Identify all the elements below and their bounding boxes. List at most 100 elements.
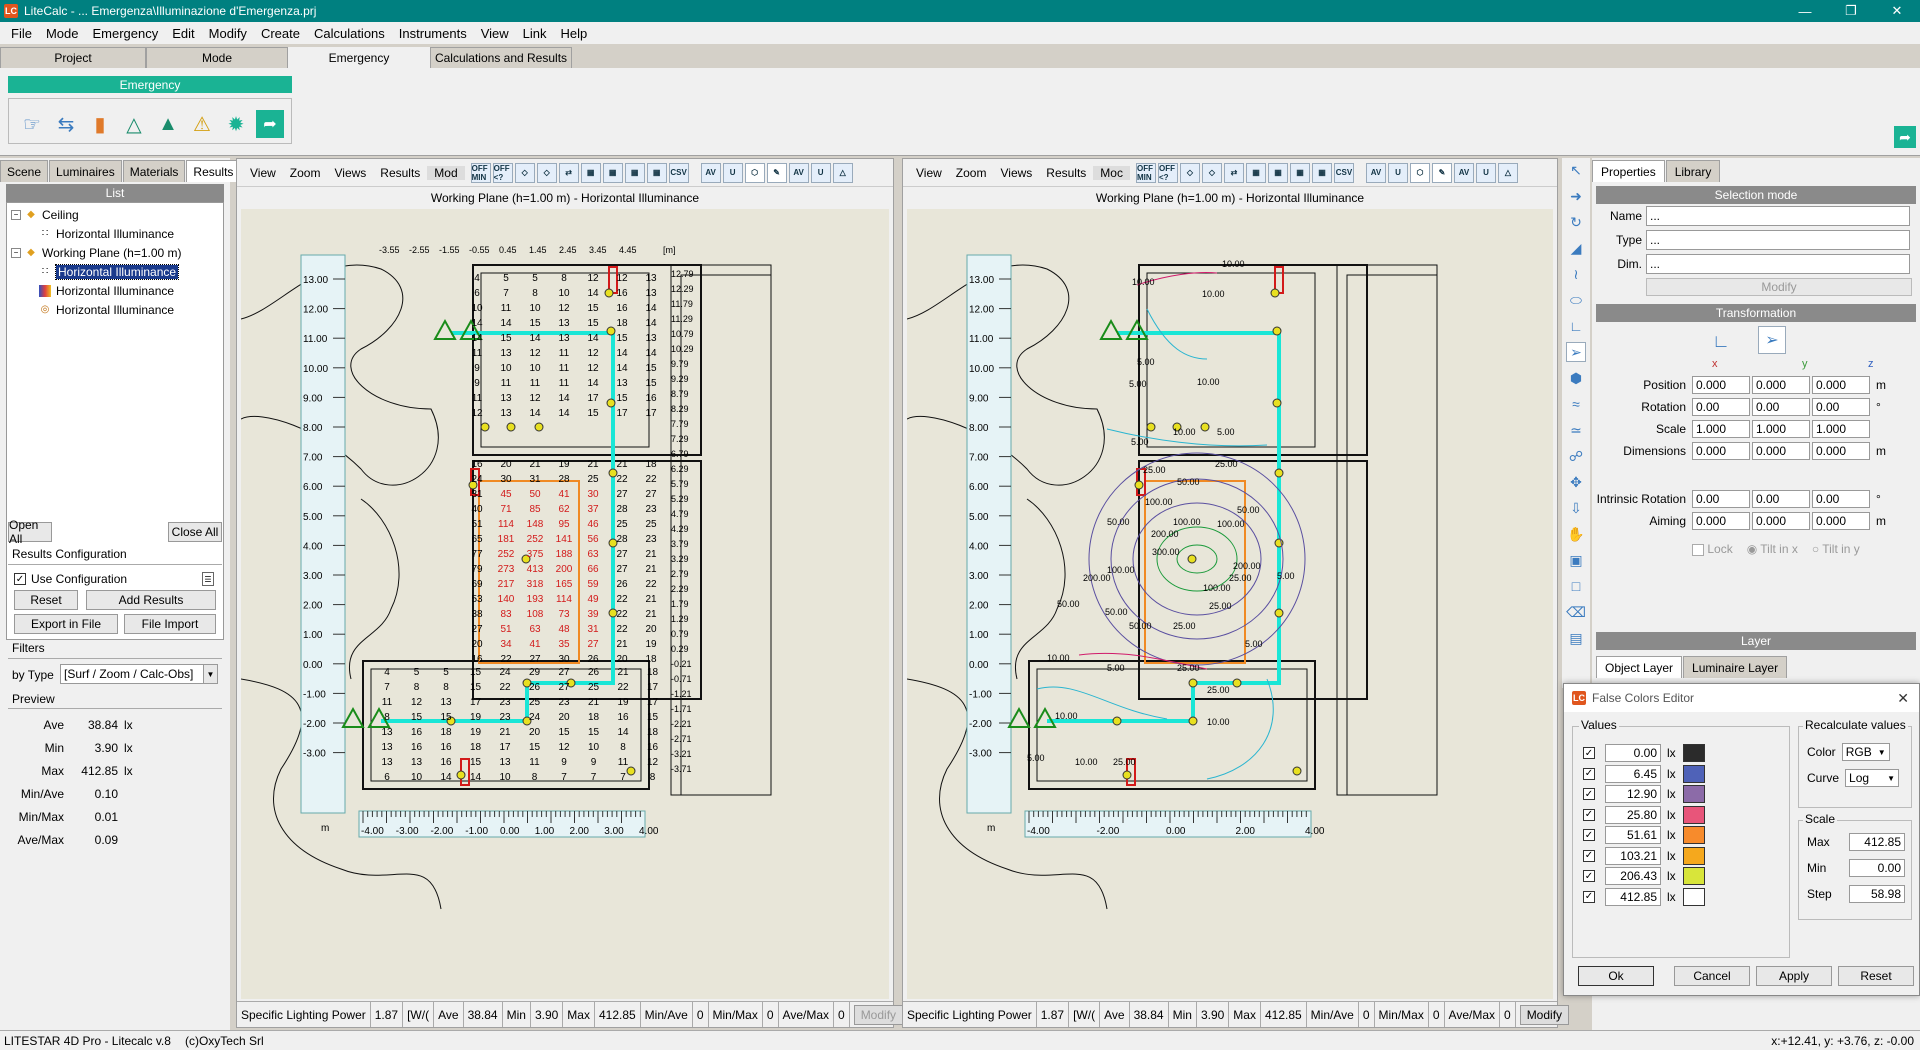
off-min-icon[interactable]: OFF MIN	[1135, 162, 1156, 183]
tab-mode[interactable]: Mode	[146, 47, 288, 68]
value-checkbox[interactable]: ✓	[1583, 870, 1595, 882]
plan-drawing-right[interactable]: 13.00 12.00 11.00 10.00 9.00 8.00 7.00 6.00 5.00…	[907, 209, 1553, 999]
results-menu[interactable]: Results	[373, 166, 427, 180]
transform-field[interactable]: 0.00	[1812, 398, 1870, 416]
axes-icon[interactable]: ∟	[1708, 328, 1734, 354]
tab-emergency[interactable]: Emergency	[288, 47, 430, 68]
menu-create[interactable]: Create	[254, 26, 307, 41]
tilt-x-option[interactable]: ◉ Tilt in x	[1747, 542, 1798, 556]
u-icon[interactable]: U	[1475, 162, 1496, 183]
diamond-icon[interactable]: ◇	[1179, 162, 1200, 183]
plan-drawing-left[interactable]: 13.00 12.00 11.00 10.00 9.00 8.00 7.00 6.00 5.00…	[241, 209, 889, 999]
tab-scene[interactable]: Scene	[0, 160, 49, 182]
cube-icon[interactable]: ⬡	[1409, 162, 1430, 183]
value-field[interactable]: 51.61	[1605, 826, 1661, 844]
off-query-icon[interactable]: OFF <?	[492, 162, 513, 183]
tab-luminaires[interactable]: Luminaires	[49, 160, 122, 182]
csv-icon[interactable]: CSV	[668, 162, 689, 183]
book-icon[interactable]: ▤	[1566, 628, 1586, 648]
cancel-button[interactable]: Cancel	[1674, 966, 1750, 986]
file-import-button[interactable]: File Import	[124, 614, 216, 634]
value-checkbox[interactable]: ✓	[1583, 890, 1595, 903]
viewport-left[interactable]: View Zoom Views Results Mod OFF MIN OFF …	[236, 158, 904, 1028]
exit-sign-icon[interactable]: ➦	[256, 110, 284, 138]
add-results-button[interactable]: Add Results	[86, 590, 216, 610]
hand-pointer-icon[interactable]: ☞	[18, 110, 46, 138]
transform-field[interactable]: 1.000	[1812, 420, 1870, 438]
mode-menu[interactable]: Mod	[427, 165, 465, 180]
open-all-button[interactable]: Open All	[8, 518, 52, 546]
csv-icon[interactable]: CSV	[1333, 162, 1354, 183]
export-file-button[interactable]: Export in File	[14, 614, 118, 634]
color-swatch[interactable]	[1683, 867, 1705, 885]
rotate-icon[interactable]: ↻	[1566, 212, 1586, 232]
wave-icon[interactable]: ≈	[1566, 394, 1586, 414]
grid-icon[interactable]: ▦	[646, 162, 667, 183]
warning-icon[interactable]: ⚠	[188, 110, 216, 138]
modify-button[interactable]: Modify	[853, 1004, 904, 1025]
swap-icon[interactable]: ⇄	[1223, 162, 1244, 183]
axes-icon[interactable]: ∟	[1566, 316, 1586, 336]
value-field[interactable]: 25.80	[1605, 805, 1661, 824]
grid-icon[interactable]: ▦	[624, 162, 645, 183]
wave-icon[interactable]: ≃	[1566, 420, 1586, 440]
swap-icon[interactable]: ⇄	[558, 162, 579, 183]
color-swatch[interactable]	[1683, 826, 1705, 844]
chevron-down-icon[interactable]: ▼	[203, 665, 217, 683]
pen-icon[interactable]: ✎	[1431, 162, 1452, 183]
transform-field[interactable]: 0.000	[1692, 512, 1750, 530]
color-swatch[interactable]	[1683, 785, 1705, 803]
tree-node-illuminance-values[interactable]: ∷ Horizontal Illuminance	[11, 262, 219, 281]
grid-icon[interactable]: ▦	[1289, 162, 1310, 183]
transform-field[interactable]: 0.000	[1752, 376, 1810, 394]
viewport-right[interactable]: View Zoom Views Results Moc OFF MIN OFF …	[902, 158, 1570, 1028]
modify-button[interactable]: Modify	[1646, 278, 1912, 296]
cube-icon[interactable]: ⬢	[1566, 368, 1586, 388]
collapse-icon[interactable]: −	[11, 247, 21, 258]
move-icon[interactable]: ✥	[1566, 472, 1586, 492]
frame-icon[interactable]: ▣	[1566, 550, 1586, 570]
close-icon[interactable]: ✕	[1874, 0, 1920, 22]
view-menu[interactable]: View	[243, 166, 283, 180]
lock-checkbox[interactable]	[1692, 543, 1704, 556]
tab-calculations-results[interactable]: Calculations and Results	[430, 47, 572, 68]
results-menu[interactable]: Results	[1039, 166, 1093, 180]
transform-field[interactable]: 1.000	[1692, 420, 1750, 438]
value-field[interactable]: 6.45	[1605, 764, 1661, 783]
apply-button[interactable]: Apply	[1756, 966, 1832, 986]
transform-field[interactable]: 0.000	[1812, 376, 1870, 394]
transform-field[interactable]: 0.000	[1812, 512, 1870, 530]
menu-view[interactable]: View	[474, 26, 516, 41]
plan-canvas-left[interactable]: 13.00 12.00 11.00 10.00 9.00 8.00 7.00 6.00 5.00…	[241, 209, 889, 999]
u-icon[interactable]: U	[810, 162, 831, 183]
reset-button[interactable]: Reset	[14, 590, 78, 610]
reset-button[interactable]: Reset	[1838, 966, 1914, 986]
menu-help[interactable]: Help	[554, 26, 595, 41]
diamond-icon[interactable]: ◇	[1201, 162, 1222, 183]
tab-results[interactable]: Results	[186, 160, 241, 182]
type-field[interactable]: ...	[1646, 230, 1910, 250]
color-swatch[interactable]	[1683, 846, 1705, 865]
min-field[interactable]: 0.00	[1849, 859, 1905, 877]
views-menu[interactable]: Views	[993, 166, 1039, 180]
off-min-icon[interactable]: OFF MIN	[470, 162, 491, 183]
transform-field[interactable]: 1.000	[1752, 420, 1810, 438]
pen-icon[interactable]: ✎	[766, 162, 787, 183]
triangle-filled-icon[interactable]: ▲	[154, 110, 182, 138]
light-burst-icon[interactable]: ✹	[222, 110, 250, 138]
value-checkbox[interactable]: ✓	[1583, 829, 1595, 841]
color-swatch[interactable]	[1683, 805, 1705, 824]
av-icon[interactable]: AV	[788, 162, 809, 183]
cube-icon[interactable]: ⬡	[744, 162, 765, 183]
transform-field[interactable]: 0.000	[1812, 442, 1870, 460]
av-icon[interactable]: AV	[700, 162, 721, 183]
value-field[interactable]: 412.85	[1605, 887, 1661, 906]
menu-emergency[interactable]: Emergency	[85, 26, 165, 41]
diamond-icon[interactable]: ◇	[536, 162, 557, 183]
value-field[interactable]: 12.90	[1605, 785, 1661, 803]
color-swatch[interactable]	[1683, 744, 1705, 762]
menu-link[interactable]: Link	[516, 26, 554, 41]
color-swatch[interactable]	[1683, 764, 1705, 783]
tab-properties[interactable]: Properties	[1592, 160, 1665, 182]
ok-button[interactable]: Ok	[1578, 966, 1654, 986]
